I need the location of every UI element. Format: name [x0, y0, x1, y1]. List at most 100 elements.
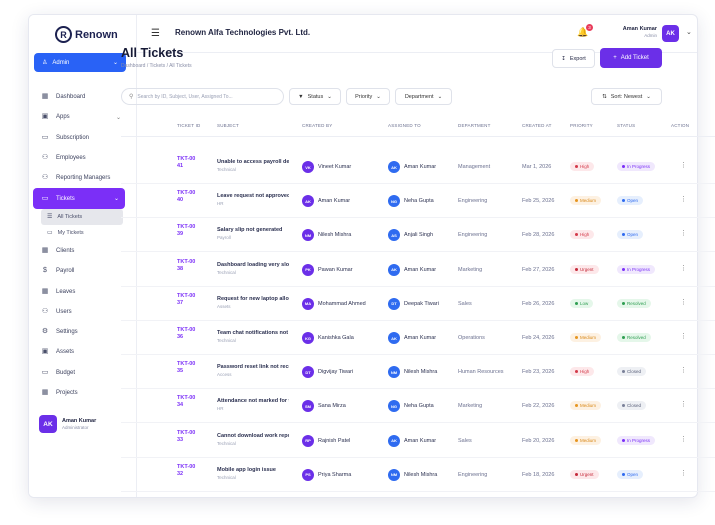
- more-options-icon[interactable]: ⋮: [680, 264, 687, 272]
- more-options-icon[interactable]: ⋮: [680, 229, 687, 237]
- department-filter[interactable]: Department ⌄: [395, 88, 452, 105]
- ticket-id[interactable]: TKT-0036: [177, 327, 197, 341]
- ticket-subject[interactable]: Unable to access payroll details Technica…: [217, 159, 289, 172]
- status-label: Closed: [627, 403, 642, 409]
- sidebar-item-subscription[interactable]: ▭ Subscription: [29, 128, 137, 148]
- ticket-subject[interactable]: Dashboard loading very slow Technical: [217, 262, 289, 275]
- brand-logo[interactable]: R Renown: [55, 26, 118, 43]
- status-badge: Closed: [617, 401, 647, 411]
- more-options-icon[interactable]: ⋮: [680, 161, 687, 169]
- table-row[interactable]: TKT-0033 Cannot download work report Techn…: [121, 424, 715, 458]
- sidebar-item-label: Apps: [56, 114, 70, 121]
- status-badge: In Progress: [617, 264, 656, 274]
- avatar: NG: [388, 195, 400, 208]
- ticket-id[interactable]: TKT-0033: [177, 430, 197, 444]
- priority-filter[interactable]: Priority ⌄: [346, 88, 390, 105]
- status-label: In Progress: [627, 266, 651, 272]
- topbar-user[interactable]: Aman Kumar Admin: [613, 26, 657, 38]
- avatar: PK: [302, 263, 314, 276]
- ticket-icon: ▭: [41, 194, 49, 202]
- created-by-name: Vineet Kumar: [318, 164, 352, 170]
- more-options-icon[interactable]: ⋮: [680, 400, 687, 408]
- table-row[interactable]: TKT-0039 Salary slip not generated Payroll…: [121, 218, 715, 253]
- search-input[interactable]: [137, 93, 278, 100]
- assigned-to-name: Aman Kumar: [404, 335, 437, 341]
- more-options-icon[interactable]: ⋮: [680, 469, 687, 477]
- more-options-icon[interactable]: ⋮: [680, 332, 687, 340]
- avatar: AK: [388, 434, 400, 447]
- ticket-subject[interactable]: Attendance not marked for todayHR: [217, 398, 289, 411]
- more-options-icon[interactable]: ⋮: [680, 195, 687, 203]
- column-header: ASSIGNED TO: [388, 123, 421, 128]
- avatar: MA: [302, 297, 314, 310]
- ticket-subject[interactable]: Mobile app login issue Technical: [217, 467, 289, 480]
- chevron-down-icon[interactable]: ⌄: [686, 28, 692, 36]
- sidebar-item-label: Assets: [56, 349, 75, 356]
- topbar-user-role: Admin: [644, 33, 657, 38]
- created-by-name: Digvijay Tiwari: [318, 369, 354, 376]
- status-badge: In Progress: [617, 435, 656, 445]
- sort-icon: ⇅: [602, 93, 607, 100]
- table-row[interactable]: TKT-0032 Mobile app login issue Technical P…: [121, 458, 715, 492]
- box-icon: ▣: [41, 348, 49, 356]
- table-row[interactable]: TKT-0035 Password reset link not received…: [121, 355, 715, 390]
- avatar: RP: [302, 434, 314, 447]
- ticket-subject[interactable]: Request for new laptop allocationAssets: [217, 296, 289, 309]
- ticket-subject[interactable]: Password reset link not receivedAccess: [217, 364, 289, 377]
- avatar: PS: [302, 468, 314, 481]
- sort-dropdown[interactable]: ⇅ Sort: Newest ⌄: [591, 88, 662, 105]
- sidebar-item-label: Reporting Managers: [56, 175, 111, 182]
- ticket-subject[interactable]: Salary slip not generated Payroll: [217, 227, 289, 240]
- sidebar-subitem-my-tickets[interactable]: ▭ My Tickets: [41, 225, 123, 241]
- ticket-id[interactable]: TKT-0038: [177, 259, 197, 273]
- ticket-id[interactable]: TKT-0037: [177, 293, 197, 307]
- topbar-avatar[interactable]: AK: [662, 25, 679, 42]
- table-row[interactable]: TKT-0040 Leave request not approved HR AK Am…: [121, 184, 715, 219]
- created-at: Feb 25, 2026: [522, 198, 555, 205]
- assigned-to-name: Neha Gupta: [404, 403, 434, 410]
- ticket-subject[interactable]: Team chat notifications not working Techn…: [217, 330, 289, 343]
- page-title: All Tickets: [121, 46, 184, 60]
- table-row[interactable]: TKT-0037 Request for new laptop allocatio…: [121, 287, 715, 321]
- created-at: Feb 27, 2026: [522, 266, 555, 273]
- chevron-down-icon: ⌄: [115, 114, 121, 121]
- status-filter[interactable]: ▼ Status ⌄: [289, 88, 341, 105]
- table-row[interactable]: TKT-0034 Attendance not marked for todayH…: [121, 389, 715, 424]
- created-at: Feb 26, 2026: [522, 300, 555, 307]
- table-row[interactable]: TKT-0038 Dashboard loading very slow Techn…: [121, 253, 715, 287]
- ticket-id[interactable]: TKT-0041: [177, 156, 197, 170]
- ticket-id[interactable]: TKT-0039: [177, 224, 197, 238]
- grid-icon: ▦: [41, 93, 49, 101]
- priority-label: Medium: [580, 403, 597, 409]
- subject-text: Request for new laptop allocation: [217, 295, 289, 302]
- more-options-icon[interactable]: ⋮: [680, 435, 687, 443]
- ticket-id[interactable]: TKT-0034: [177, 395, 197, 409]
- table-row[interactable]: TKT-0036 Team chat notifications not work…: [121, 321, 715, 355]
- ticket-id[interactable]: TKT-0035: [177, 361, 197, 375]
- ticket-subject[interactable]: Cannot download work report Technical: [217, 433, 289, 446]
- assigned-to: AS Anjali Singh: [388, 229, 433, 242]
- table-row[interactable]: TKT-0041 Unable to access payroll details…: [121, 150, 715, 184]
- more-options-icon[interactable]: ⋮: [680, 366, 687, 374]
- ticket-id[interactable]: TKT-0032: [177, 464, 197, 478]
- export-button[interactable]: ↧ Export: [552, 49, 595, 68]
- sidebar-item-tickets[interactable]: ▭ Tickets ⌄: [33, 188, 125, 209]
- ticket-subject[interactable]: Leave request not approved HR: [217, 193, 289, 206]
- sidebar-subitem-all-tickets[interactable]: ☰ All Tickets: [41, 208, 123, 225]
- created-by: VK Vineet Kumar: [302, 161, 351, 173]
- search-box[interactable]: ⚲: [121, 88, 284, 105]
- sidebar-user[interactable]: AK Aman Kumar Administrator: [39, 415, 96, 433]
- hamburger-menu-icon[interactable]: ☰: [151, 28, 160, 39]
- created-by: PK Pawan Kumar: [302, 263, 353, 276]
- status-badge: Resolved: [617, 298, 651, 308]
- role-switcher[interactable]: ♙ Admin ⌄: [34, 53, 126, 72]
- ticket-icon: ▭: [47, 230, 53, 237]
- sidebar-item-apps[interactable]: ▣ Apps ⌄: [29, 107, 137, 127]
- card-icon: ▭: [41, 133, 49, 141]
- department: Sales: [458, 300, 472, 307]
- priority-badge: High: [570, 162, 595, 171]
- ticket-id[interactable]: TKT-0040: [177, 190, 197, 204]
- add-ticket-button[interactable]: + Add Ticket: [600, 48, 662, 68]
- more-options-icon[interactable]: ⋮: [680, 298, 687, 306]
- column-header: ACTION: [671, 123, 690, 128]
